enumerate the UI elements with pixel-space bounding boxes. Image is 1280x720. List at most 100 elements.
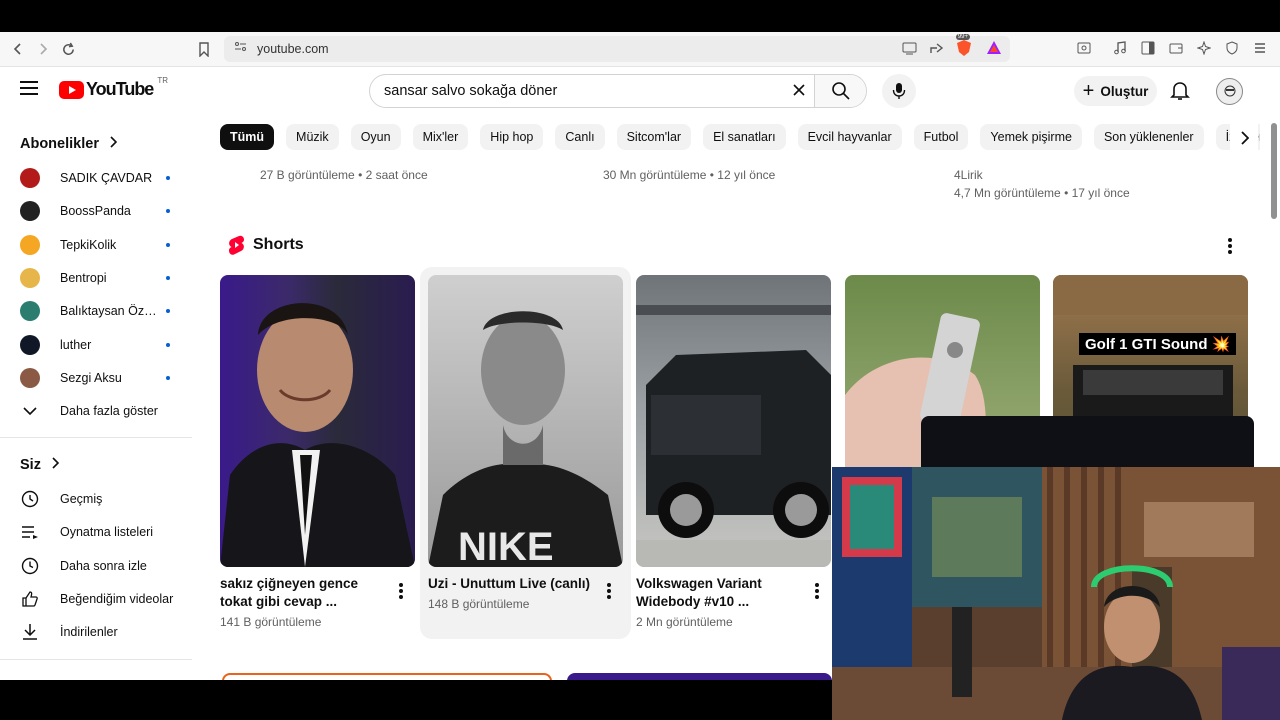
site-settings-icon[interactable]: [234, 40, 247, 58]
notifications-icon[interactable]: [1168, 78, 1194, 104]
sidebar-item-playlists[interactable]: Oynatma listeleri: [20, 520, 190, 544]
sidebar-item-label: Beğendiğim videolar: [60, 592, 174, 606]
subscription-item[interactable]: SADIK ÇAVDAR: [20, 166, 170, 190]
video-thumbnail[interactable]: [567, 673, 832, 680]
microphone-icon: [892, 83, 906, 99]
short-card[interactable]: NIKE Uzi - Unuttum Live (canlı) 148 B gö…: [428, 275, 623, 611]
sidebar-item-history[interactable]: Geçmiş: [20, 487, 190, 511]
rewards-icon[interactable]: [986, 40, 1002, 61]
short-views: 2 Mn görüntüleme: [636, 615, 733, 629]
url-text: youtube.com: [257, 42, 329, 56]
search-box[interactable]: sansar salvo sokağa döner: [369, 74, 867, 108]
short-menu-icon[interactable]: [815, 583, 819, 601]
new-content-dot: [166, 176, 170, 180]
brave-shield-icon[interactable]: [956, 39, 974, 57]
chip[interactable]: Sitcom'lar: [616, 124, 692, 150]
more-options-icon[interactable]: [1228, 238, 1232, 256]
download-icon: [20, 622, 40, 642]
short-card[interactable]: Volkswagen Variant Widebody #v10 ... 2 M…: [636, 275, 831, 629]
chip[interactable]: Oyun: [350, 124, 401, 150]
wallet-icon[interactable]: [1166, 38, 1186, 58]
address-bar[interactable]: youtube.com 99+: [224, 34, 1010, 62]
short-thumbnail[interactable]: [220, 275, 415, 567]
chip[interactable]: Yemek pişirme: [980, 124, 1082, 150]
video-thumbnail[interactable]: [222, 673, 552, 680]
subscriptions-header[interactable]: Abonelikler: [20, 136, 118, 152]
sidebar-item-watch-later[interactable]: Daha sonra izle: [20, 554, 190, 578]
new-content-dot: [166, 343, 170, 347]
subscription-item[interactable]: Bentropi: [20, 266, 170, 290]
short-thumbnail[interactable]: NIKE: [428, 275, 623, 567]
chip[interactable]: Hip hop: [480, 124, 544, 150]
music-icon[interactable]: [1110, 38, 1130, 58]
search-icon: [831, 82, 850, 100]
channel-name[interactable]: 4Lirik: [954, 168, 983, 182]
channel-avatar: [20, 235, 40, 255]
chip-all[interactable]: Tümü: [220, 124, 275, 150]
sidebar-item-downloads[interactable]: İndirilenler: [20, 620, 190, 644]
history-icon: [20, 489, 40, 509]
short-menu-icon[interactable]: [399, 583, 403, 601]
voice-search-button[interactable]: [882, 74, 916, 108]
like-icon: [20, 589, 40, 609]
sidebar-item-liked-videos[interactable]: Beğendiğim videolar: [20, 587, 190, 611]
short-thumbnail[interactable]: [636, 275, 831, 567]
short-title[interactable]: Volkswagen Variant Widebody #v10 ...: [636, 575, 806, 611]
video-meta: 30 Mn görüntüleme • 12 yıl önce: [603, 168, 776, 182]
shorts-title: Shorts: [253, 236, 304, 253]
subscription-item[interactable]: BoossPanda: [20, 199, 170, 223]
subscription-item[interactable]: Sezgi Aksu: [20, 366, 170, 390]
subscription-item[interactable]: Balıktaysan Özg...: [20, 299, 170, 323]
masthead: YouTube TR sansar salvo sokağa döner + O…: [0, 67, 1268, 113]
sidebar-item-label: Geçmiş: [60, 492, 103, 506]
youtube-logo[interactable]: YouTube TR: [59, 76, 168, 100]
filter-chip-bar: Tümü Müzik Oyun Mix'ler Hip hop Canlı Si…: [220, 124, 1260, 152]
chip-scroll-next-icon[interactable]: [1230, 124, 1258, 152]
chip[interactable]: Müzik: [286, 124, 339, 150]
cast-icon[interactable]: [902, 41, 918, 60]
guide-menu-icon[interactable]: [20, 81, 38, 95]
subscription-item[interactable]: TepkiKolik: [20, 233, 170, 257]
short-card[interactable]: sakız çiğneyen gence tokat gibi cevap ..…: [220, 275, 415, 629]
search-button[interactable]: [814, 75, 866, 107]
sidebar-toggle-icon[interactable]: [1138, 38, 1158, 58]
sidebar-divider: [0, 659, 192, 660]
account-avatar[interactable]: [1216, 78, 1243, 105]
short-title[interactable]: sakız çiğneyen gence tokat gibi cevap ..…: [220, 575, 390, 611]
new-content-dot: [166, 209, 170, 213]
channel-avatar: [20, 335, 40, 355]
plus-icon: +: [1082, 79, 1095, 102]
leo-ai-icon[interactable]: [1194, 38, 1214, 58]
bookmark-icon[interactable]: [192, 37, 216, 61]
screenshot-icon[interactable]: [1074, 38, 1094, 58]
create-label: Oluştur: [1100, 83, 1149, 99]
sidebar-divider: [0, 437, 192, 438]
logo-wordmark: YouTube: [86, 79, 154, 99]
channel-avatar: [20, 368, 40, 388]
chip[interactable]: Futbol: [913, 124, 969, 150]
chip[interactable]: Canlı: [555, 124, 605, 150]
share-icon[interactable]: [929, 41, 944, 60]
you-section-header[interactable]: Siz: [20, 457, 60, 473]
chip[interactable]: Evcil hayvanlar: [797, 124, 902, 150]
channel-name: Sezgi Aksu: [60, 371, 122, 385]
new-content-dot: [166, 243, 170, 247]
forward-icon[interactable]: [31, 37, 55, 61]
channel-avatar: [20, 268, 40, 288]
scrollbar-thumb[interactable]: [1271, 123, 1277, 219]
reload-icon[interactable]: [56, 37, 80, 61]
vpn-icon[interactable]: [1222, 38, 1242, 58]
create-button[interactable]: + Oluştur: [1074, 76, 1157, 106]
channel-name: SADIK ÇAVDAR: [60, 171, 153, 185]
chip[interactable]: El sanatları: [703, 124, 786, 150]
menu-icon[interactable]: [1250, 38, 1270, 58]
short-menu-icon[interactable]: [607, 583, 611, 601]
short-title[interactable]: Uzi - Unuttum Live (canlı): [428, 575, 598, 593]
clear-search-icon[interactable]: [784, 80, 814, 103]
chip[interactable]: Mix'ler: [412, 124, 469, 150]
show-more-button[interactable]: Daha fazla göster: [20, 399, 190, 423]
chip[interactable]: Son yüklenenler: [1093, 124, 1204, 150]
back-icon[interactable]: [6, 37, 30, 61]
search-input[interactable]: sansar salvo sokağa döner: [370, 83, 784, 99]
subscription-item[interactable]: luther: [20, 333, 170, 357]
